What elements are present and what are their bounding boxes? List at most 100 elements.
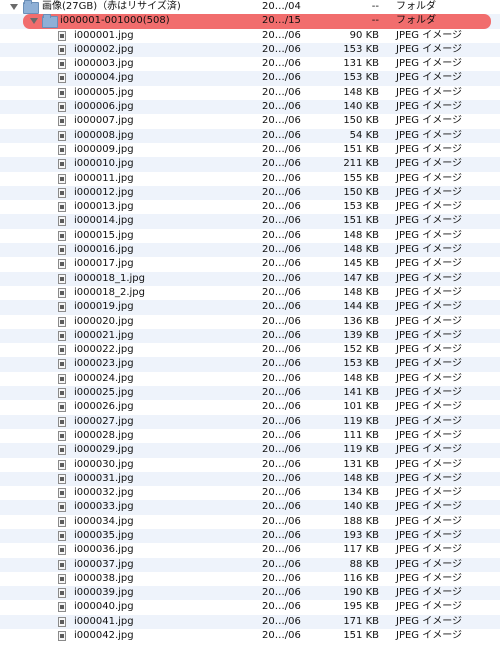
jpeg-thumbnail-icon [58,287,66,298]
file-size: 148 KB [343,472,379,484]
file-date: 20…/06 [262,229,301,241]
file-row[interactable]: i000013.jpg 20…/06 153 KB JPEG イメージ [0,200,500,214]
file-name: i000035.jpg [74,529,134,541]
file-row[interactable]: i000026.jpg 20…/06 101 KB JPEG イメージ [0,400,500,414]
jpeg-thumbnail-icon [58,73,66,84]
disclosure-triangle-icon[interactable] [30,18,38,25]
folder-kind: フォルダ [396,1,436,12]
file-name: i000006.jpg [74,101,134,113]
file-row[interactable]: i000037.jpg 20…/06 88 KB JPEG イメージ [0,557,500,572]
jpeg-thumbnail-icon [58,530,66,541]
file-size: 155 KB [343,172,379,184]
file-row[interactable]: i000015.jpg 20…/06 148 KB JPEG イメージ [0,229,500,243]
file-name: i000018_2.jpg [74,286,145,298]
file-name: i000031.jpg [74,472,134,484]
file-row[interactable]: i000018_1.jpg 20…/06 147 KB JPEG イメージ [0,271,500,286]
file-row[interactable]: i000034.jpg 20…/06 188 KB JPEG イメージ [0,515,500,529]
file-size: 116 KB [343,572,379,584]
jpeg-thumbnail-icon [58,173,66,184]
file-date: 20…/06 [262,387,301,399]
file-row[interactable]: i000033.jpg 20…/06 140 KB JPEG イメージ [0,500,500,515]
file-row[interactable]: i000040.jpg 20…/06 195 KB JPEG イメージ [0,600,500,614]
file-size: 190 KB [343,587,379,599]
file-name: i000037.jpg [74,558,134,570]
file-row[interactable]: i000024.jpg 20…/06 148 KB JPEG イメージ [0,372,500,386]
jpeg-thumbnail-icon [58,187,66,198]
disclosure-triangle-icon[interactable] [10,4,18,10]
file-row[interactable]: i000028.jpg 20…/06 111 KB JPEG イメージ [0,429,500,443]
file-row[interactable]: i000021.jpg 20…/06 139 KB JPEG イメージ [0,328,500,344]
file-row[interactable]: i000027.jpg 20…/06 119 KB JPEG イメージ [0,414,500,429]
file-kind: JPEG イメージ [396,544,463,556]
file-row[interactable]: i000011.jpg 20…/06 155 KB JPEG イメージ [0,172,500,186]
file-size: 152 KB [343,344,379,356]
file-row[interactable]: i000031.jpg 20…/06 148 KB JPEG イメージ [0,471,500,487]
file-size: 140 KB [343,501,379,513]
jpeg-thumbnail-icon [58,359,66,370]
file-row[interactable]: i000032.jpg 20…/06 134 KB JPEG イメージ [0,486,500,500]
file-size: 144 KB [343,301,379,313]
file-row[interactable]: i000039.jpg 20…/06 190 KB JPEG イメージ [0,586,500,601]
file-size: 193 KB [343,529,379,541]
file-row[interactable]: i000029.jpg 20…/06 119 KB JPEG イメージ [0,443,500,458]
file-row[interactable]: i000022.jpg 20…/06 152 KB JPEG イメージ [0,343,500,357]
file-kind: JPEG イメージ [396,458,463,470]
file-row[interactable]: i000012.jpg 20…/06 150 KB JPEG イメージ [0,185,500,201]
file-row[interactable]: i000014.jpg 20…/06 151 KB JPEG イメージ [0,214,500,229]
file-date: 20…/06 [262,258,301,270]
folder-row-sub[interactable]: i000001-001000(508) 20…/15 -- フォルダ [0,14,500,29]
file-date: 20…/06 [262,572,301,584]
folder-size: -- [371,15,379,27]
jpeg-thumbnail-icon [58,588,66,599]
folder-row-root[interactable]: 画像(27GB)（赤はリサイズ済) 20…/04 -- フォルダ [0,0,500,14]
file-kind: JPEG イメージ [396,387,463,399]
file-size: 111 KB [343,429,379,441]
file-name: i000017.jpg [74,258,134,270]
file-row[interactable]: i000003.jpg 20…/06 131 KB JPEG イメージ [0,57,500,71]
file-row[interactable]: i000004.jpg 20…/06 153 KB JPEG イメージ [0,71,500,86]
file-kind: JPEG イメージ [396,630,463,642]
file-row[interactable]: i000009.jpg 20…/06 151 KB JPEG イメージ [0,143,500,157]
file-date: 20…/06 [262,601,301,613]
file-row[interactable]: i000002.jpg 20…/06 153 KB JPEG イメージ [0,42,500,58]
file-kind: JPEG イメージ [396,229,463,241]
file-size: 134 KB [343,487,379,499]
file-row[interactable]: i000023.jpg 20…/06 153 KB JPEG イメージ [0,357,500,372]
file-row[interactable]: i000016.jpg 20…/06 148 KB JPEG イメージ [0,243,500,258]
file-row[interactable]: i000019.jpg 20…/06 144 KB JPEG イメージ [0,300,500,315]
file-kind: JPEG イメージ [396,344,463,356]
file-row[interactable]: i000007.jpg 20…/06 150 KB JPEG イメージ [0,114,500,128]
file-row[interactable]: i000001.jpg 20…/06 90 KB JPEG イメージ [0,29,500,43]
file-kind: JPEG イメージ [396,401,463,413]
file-row[interactable]: i000042.jpg 20…/06 151 KB JPEG イメージ [0,629,500,643]
file-row[interactable]: i000017.jpg 20…/06 145 KB JPEG イメージ [0,257,500,271]
file-date: 20…/06 [262,544,301,556]
file-name: i000003.jpg [74,58,134,70]
file-size: 171 KB [343,615,379,627]
file-row[interactable]: i000020.jpg 20…/06 136 KB JPEG イメージ [0,315,500,329]
file-size: 117 KB [343,544,379,556]
file-row[interactable]: i000018_2.jpg 20…/06 148 KB JPEG イメージ [0,286,500,300]
file-name: i000039.jpg [74,587,134,599]
file-size: 153 KB [343,201,379,213]
file-date: 20…/06 [262,487,301,499]
file-row[interactable]: i000025.jpg 20…/06 141 KB JPEG イメージ [0,386,500,401]
file-row[interactable]: i000041.jpg 20…/06 171 KB JPEG イメージ [0,614,500,630]
jpeg-thumbnail-icon [58,545,66,556]
file-row[interactable]: i000005.jpg 20…/06 148 KB JPEG イメージ [0,86,500,100]
file-row[interactable]: i000010.jpg 20…/06 211 KB JPEG イメージ [0,157,500,172]
file-name: i000018_1.jpg [74,272,145,284]
file-row[interactable]: i000006.jpg 20…/06 140 KB JPEG イメージ [0,100,500,115]
file-name: i000021.jpg [74,329,134,341]
folder-date: 20…/04 [262,1,301,12]
file-name: i000026.jpg [74,401,134,413]
file-row[interactable]: i000036.jpg 20…/06 117 KB JPEG イメージ [0,543,500,557]
file-row[interactable]: i000035.jpg 20…/06 193 KB JPEG イメージ [0,528,500,544]
file-row[interactable]: i000030.jpg 20…/06 131 KB JPEG イメージ [0,458,500,472]
file-name: i000032.jpg [74,487,134,499]
file-row[interactable]: i000038.jpg 20…/06 116 KB JPEG イメージ [0,572,500,586]
file-date: 20…/06 [262,501,301,513]
file-name: i000020.jpg [74,315,134,327]
file-kind: JPEG イメージ [396,286,463,298]
file-row[interactable]: i000008.jpg 20…/06 54 KB JPEG イメージ [0,128,500,143]
